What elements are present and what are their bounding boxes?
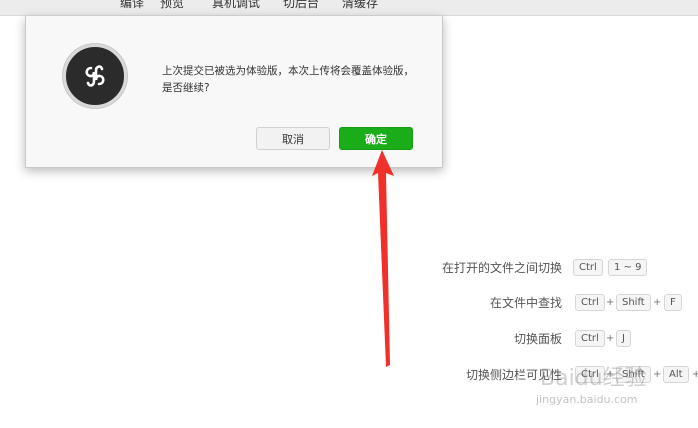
- watermark-url: jingyan.baidu.com: [536, 393, 638, 406]
- watermark-logo: Baidu经验: [540, 366, 647, 391]
